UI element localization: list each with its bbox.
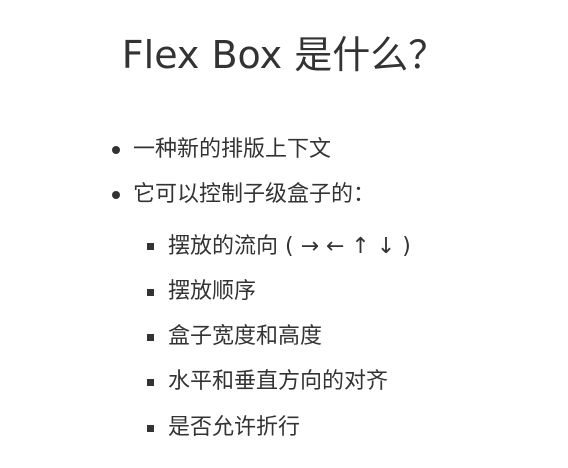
bullet-square-icon xyxy=(147,289,154,296)
list-item: 它可以控制子级盒子的： xyxy=(133,182,376,207)
slide-title: Flex Box 是什么？ xyxy=(121,33,447,77)
sub-list-item: 水平和垂直方向的对齐 xyxy=(168,369,389,394)
bullet-disc-icon xyxy=(112,191,120,199)
bullet-square-icon xyxy=(147,379,154,386)
bullet-disc-icon xyxy=(112,146,120,154)
sub-list-item: 盒子宽度和高度 xyxy=(168,324,323,349)
list-item: 一种新的排版上下文 xyxy=(133,137,332,162)
sub-list-item: 摆放的流向 ( → ← ↑ ↓ ) xyxy=(168,234,411,259)
sub-list-item: 是否允许折行 xyxy=(168,415,301,440)
bullet-square-icon xyxy=(147,243,154,250)
bullet-square-icon xyxy=(147,334,154,341)
bullet-square-icon xyxy=(147,425,154,432)
sub-list-item: 摆放顺序 xyxy=(168,279,257,304)
